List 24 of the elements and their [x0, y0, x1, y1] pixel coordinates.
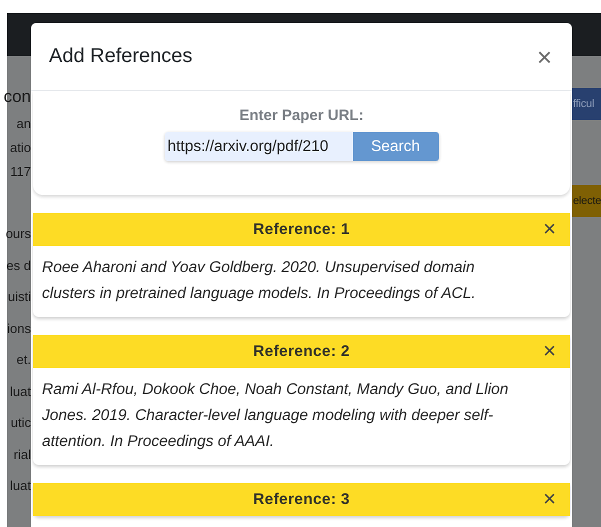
- background-text: atio: [10, 141, 31, 154]
- remove-button[interactable]: ×: [541, 338, 558, 364]
- background-text: rial: [14, 448, 31, 460]
- reference-text: Roee Aharoni and Yoav Goldberg. 2020. Unsupervised domain clusters in pretrained language models. In Proceedings of ACL.: [41, 258, 477, 304]
- background-button[interactable]: fficul: [572, 88, 601, 120]
- remove-button[interactable]: ×: [541, 486, 558, 512]
- dialog-title: Add References: [49, 45, 192, 68]
- reference-title: Reference: 1: [253, 220, 350, 238]
- background-text: luat: [10, 384, 31, 398]
- background-text: et.: [16, 353, 31, 366]
- background-text: an: [16, 117, 31, 130]
- remove-button[interactable]: ×: [541, 216, 558, 242]
- reference-text: Rami Al-Rfou, Dokook Choe, Noah Constant, Mandy Guo, and Llion Jones. 2019. Character-level language modeling with deeper self-attention. In Proceedings of AAAI.: [41, 380, 510, 452]
- background-text: utic: [10, 416, 31, 429]
- close-button[interactable]: ×: [532, 44, 556, 70]
- reference-title: Reference: 3: [253, 490, 350, 508]
- background-text: es d: [6, 258, 31, 272]
- background-text: uisti: [8, 290, 31, 303]
- url-label: Enter Paper URL:: [239, 107, 364, 124]
- reference-title: Reference: 2: [253, 342, 350, 360]
- background-text: 117: [10, 165, 31, 178]
- background-text: luat: [10, 479, 31, 492]
- url-field[interactable]: https://arxiv.org/pdf/210: [164, 132, 352, 161]
- background-text: ions: [7, 322, 31, 334]
